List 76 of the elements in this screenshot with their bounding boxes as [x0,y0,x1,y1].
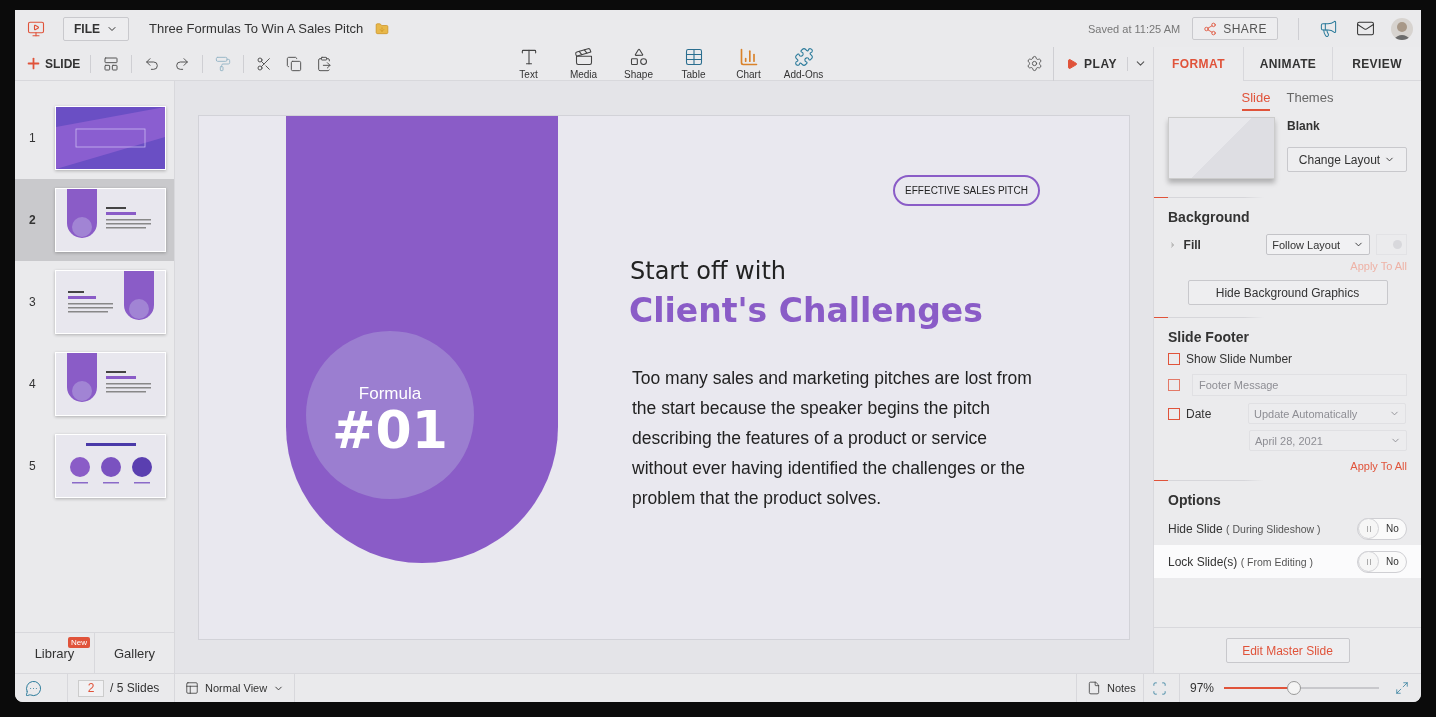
formula-label: Formula [358,384,422,404]
slide-list-item[interactable]: 1 [15,97,174,179]
shapes-icon [628,47,649,67]
puzzle-icon [793,47,814,67]
slide-number: 4 [29,377,37,391]
slide-heading: Client's Challenges [629,291,983,330]
table-icon [683,47,704,67]
toggle-switch[interactable]: No [1357,550,1407,573]
insert-tool[interactable]: Table [670,47,717,80]
option-label: Hide Slide ( During Slideshow ) [1168,521,1322,536]
play-button[interactable]: PLAY [1054,56,1127,71]
section-title: Slide Footer [1167,328,1250,347]
view-menu[interactable]: Normal View [185,681,285,695]
insert-tool[interactable]: Add-Ons [780,47,827,80]
insert-tool[interactable]: Shape [615,47,662,80]
insert-tool[interactable]: Text [505,47,552,80]
avatar[interactable] [1391,17,1413,40]
share-button[interactable]: SHARE [1192,17,1278,40]
slide-number: 1 [29,131,37,145]
change-layout-button[interactable]: Change Layout [1287,147,1407,172]
fill-label: Fill [1183,237,1202,252]
section-title: Options [1167,491,1222,510]
toggle-switch[interactable]: No [1357,517,1407,540]
insert-tool[interactable]: Media [560,47,607,80]
document-title: Three Formulas To Win A Sales Pitch [149,21,364,36]
slide-tag: EFFECTIVE SALES PITCH [893,175,1040,206]
hide-background-graphics-button[interactable]: Hide Background Graphics [1187,280,1388,305]
share-icon [1203,21,1218,36]
option-label: Lock Slide(s) ( From Editing ) [1168,554,1315,569]
folder-icon[interactable] [375,21,390,36]
slide-number: 5 [29,459,37,473]
megaphone-icon[interactable] [1319,19,1338,38]
play-icon [1066,57,1079,70]
plus-icon [25,55,42,72]
layout-name: Blank [1287,119,1321,133]
presentation-icon[interactable] [27,19,45,38]
layout-icon [185,681,199,695]
notes-button[interactable]: Notes [1086,681,1136,695]
heading-intro: Start off with [630,257,787,285]
insert-tool[interactable]: Chart [725,47,772,80]
slide-body-text: Too many sales and marketing pitches are lost from the start because the speaker begins the pitch describing the features of a product or service without ever having identified the challenges or the problem that the product solves. [632,367,1033,510]
slide-list-item[interactable]: 2 [15,179,174,261]
format-tab[interactable]: REVIEW [1332,47,1421,81]
checkbox-label: Show Slide Number [1186,352,1293,366]
slide-number: 2 [29,213,37,227]
slide-list-item[interactable]: 5 [15,425,174,507]
new-slide-button[interactable]: SLIDE [25,55,81,72]
slide-list-item[interactable]: 4 [15,343,174,425]
formula-number: #01 [332,404,448,456]
checkbox-label: Date [1186,406,1213,421]
fill-select[interactable]: Follow Layout [1266,234,1371,255]
slide-thumbnail[interactable] [55,352,166,416]
slide-count: / 5 Slides [110,681,160,695]
slide-thumbnail[interactable] [55,270,166,334]
new-badge: New [68,637,90,648]
panel-tab[interactable]: Gallery [95,633,174,673]
section-title: Background [1167,208,1251,227]
zoom-reading: 97% [1189,681,1214,695]
clapperboard-icon [573,47,594,67]
slide-thumbnail[interactable] [55,434,166,498]
checkbox[interactable] [1168,353,1180,365]
format-tab[interactable]: ANIMATE [1243,47,1332,81]
chat-icon[interactable] [25,679,42,697]
bar-chart-icon [738,47,759,67]
fit-icon[interactable] [1151,680,1167,696]
slide-list-item[interactable]: 3 [15,261,174,343]
slide-thumbnail[interactable] [55,188,166,252]
page-icon [1086,681,1101,695]
mail-icon[interactable] [1356,19,1375,38]
save-status: Saved at 11:25 AM [1088,22,1181,35]
sub-tab[interactable]: Themes [1286,89,1334,111]
file-menu[interactable]: FILE [63,16,129,41]
slide-number: 3 [29,295,37,309]
fullscreen-icon[interactable] [1395,681,1409,695]
slide-thumbnail[interactable] [55,106,166,170]
slider-thumb[interactable] [1286,681,1301,695]
